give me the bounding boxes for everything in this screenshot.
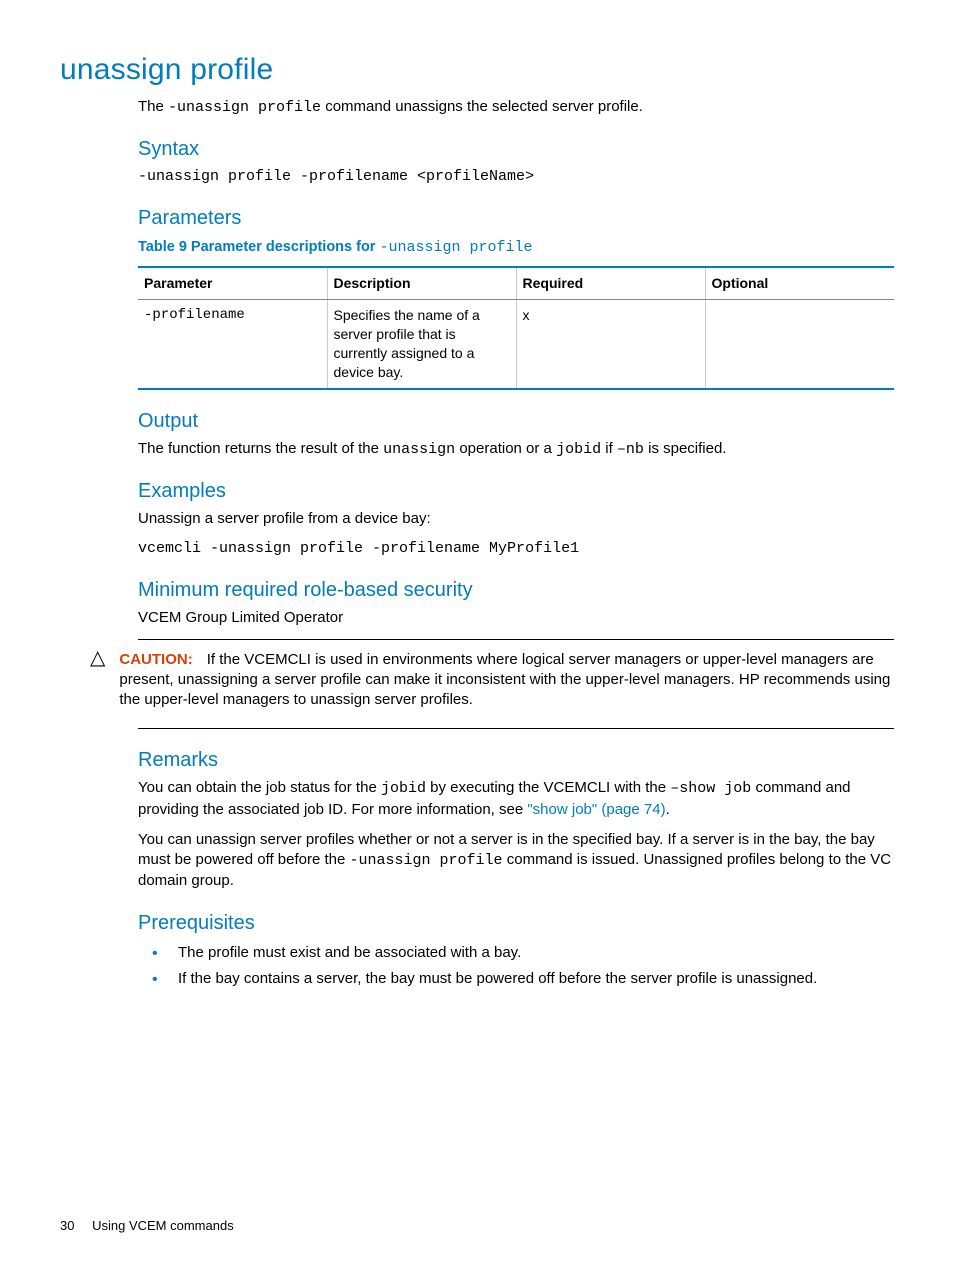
code-inline: jobid xyxy=(381,780,426,797)
section-heading-prerequisites: Prerequisites xyxy=(138,910,894,937)
caution-label: CAUTION: xyxy=(119,651,192,668)
security-text: VCEM Group Limited Operator xyxy=(138,608,894,628)
list-item: The profile must exist and be associated… xyxy=(178,943,894,963)
example-lead: Unassign a server profile from a device … xyxy=(138,509,894,529)
cell-parameter: -profilename xyxy=(138,300,327,389)
col-header-optional: Optional xyxy=(705,267,894,299)
section-heading-remarks: Remarks xyxy=(138,747,894,774)
cell-required: x xyxy=(516,300,705,389)
page-title: unassign profile xyxy=(60,50,894,91)
code-inline: -unassign profile xyxy=(168,99,321,116)
caution-paragraph: CAUTION:If the VCEMCLI is used in enviro… xyxy=(119,650,894,711)
col-header-parameter: Parameter xyxy=(138,267,327,299)
divider xyxy=(138,728,894,729)
page-number: 30 xyxy=(60,1218,74,1233)
syntax-line: -unassign profile -profilename <profileN… xyxy=(138,167,894,187)
table-row: -profilename Specifies the name of a ser… xyxy=(138,300,894,389)
text: The xyxy=(138,98,168,115)
cross-reference-link[interactable]: "show job" (page 74) xyxy=(527,801,665,818)
col-header-required: Required xyxy=(516,267,705,299)
text: You can obtain the job status for the xyxy=(138,779,381,796)
section-heading-parameters: Parameters xyxy=(138,205,894,232)
cell-optional xyxy=(705,300,894,389)
intro-paragraph: The -unassign profile command unassigns … xyxy=(138,97,894,118)
col-header-description: Description xyxy=(327,267,516,299)
caption-code: -unassign profile xyxy=(379,239,532,256)
text: command unassigns the selected server pr… xyxy=(321,98,643,115)
section-heading-examples: Examples xyxy=(138,478,894,505)
divider xyxy=(138,639,894,640)
caution-admonition: △ CAUTION:If the VCEMCLI is used in envi… xyxy=(90,646,894,721)
text: is specified. xyxy=(644,440,727,457)
section-heading-output: Output xyxy=(138,408,894,435)
parameters-table: Parameter Description Required Optional … xyxy=(138,266,894,389)
output-paragraph: The function returns the result of the u… xyxy=(138,439,894,460)
cell-description: Specifies the name of a server profile t… xyxy=(327,300,516,389)
footer-section: Using VCEM commands xyxy=(92,1218,234,1233)
caution-text: If the VCEMCLI is used in environments w… xyxy=(119,651,890,709)
example-command: vcemcli -unassign profile -profilename M… xyxy=(138,539,894,559)
list-item: If the bay contains a server, the bay mu… xyxy=(178,969,894,989)
code-inline: -unassign profile xyxy=(350,852,503,869)
text: operation or a xyxy=(455,440,556,457)
table-caption: Table 9 Parameter descriptions for -unas… xyxy=(138,238,894,258)
remarks-paragraph-2: You can unassign server profiles whether… xyxy=(138,830,894,892)
section-heading-syntax: Syntax xyxy=(138,136,894,163)
caution-icon: △ xyxy=(90,646,105,721)
code-inline: jobid xyxy=(556,441,601,458)
text: by executing the VCEMCLI with the xyxy=(426,779,670,796)
code-inline: unassign xyxy=(383,441,455,458)
table-header-row: Parameter Description Required Optional xyxy=(138,267,894,299)
text: if xyxy=(601,440,617,457)
text: The function returns the result of the xyxy=(138,440,383,457)
section-heading-security: Minimum required role-based security xyxy=(138,577,894,604)
page-footer: 30 Using VCEM commands xyxy=(60,1217,234,1235)
prerequisites-list: The profile must exist and be associated… xyxy=(138,943,894,990)
caption-text: Table 9 Parameter descriptions for xyxy=(138,239,379,255)
code-inline: –nb xyxy=(617,441,644,458)
code-inline: –show job xyxy=(670,780,751,797)
text: . xyxy=(666,801,670,818)
remarks-paragraph-1: You can obtain the job status for the jo… xyxy=(138,778,894,820)
